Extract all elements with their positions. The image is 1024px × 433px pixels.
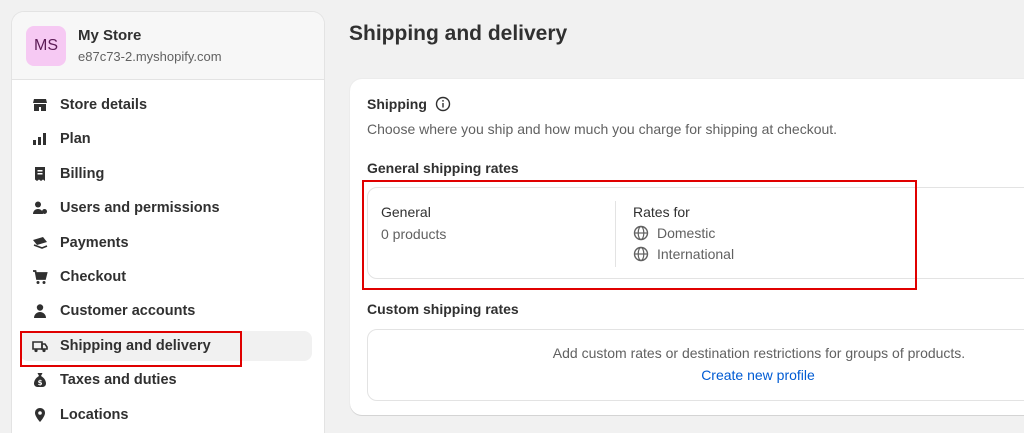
sidebar-item-label: Checkout bbox=[60, 268, 127, 285]
info-icon[interactable] bbox=[435, 96, 451, 112]
sidebar-item-label: Store details bbox=[60, 97, 148, 113]
payments-icon bbox=[32, 235, 48, 251]
zone-domestic: Domestic bbox=[633, 224, 734, 242]
store-name: My Store bbox=[78, 26, 142, 44]
general-profile-summary: General 0 products bbox=[381, 203, 446, 243]
plan-icon bbox=[32, 131, 48, 147]
rates-for-label: Rates for bbox=[633, 204, 690, 220]
profile-name: General bbox=[381, 204, 431, 220]
sidebar-item-payments[interactable]: Payments bbox=[20, 228, 312, 258]
create-new-profile-link[interactable]: Create new profile bbox=[368, 367, 1024, 383]
svg-text:$: $ bbox=[38, 379, 43, 387]
sidebar-item-users[interactable]: Users and permissions bbox=[20, 193, 312, 223]
rates-for: Rates for Domestic International bbox=[633, 203, 734, 263]
zone-label: Domestic bbox=[657, 225, 716, 241]
store-icon bbox=[32, 97, 48, 113]
truck-icon bbox=[32, 338, 48, 354]
zone-label: International bbox=[657, 246, 735, 262]
sidebar-item-shipping[interactable]: Shipping and delivery bbox=[20, 330, 312, 361]
sidebar-item-label: Locations bbox=[60, 406, 129, 423]
card-title: Shipping bbox=[367, 96, 451, 112]
divider bbox=[615, 201, 616, 267]
sidebar-item-plan[interactable]: Plan bbox=[20, 124, 312, 154]
sidebar-item-label: Billing bbox=[60, 165, 105, 182]
sidebar-item-label: Customer accounts bbox=[60, 303, 196, 320]
page-title: Shipping and delivery bbox=[349, 22, 568, 45]
sidebar-item-label: Taxes and duties bbox=[60, 372, 177, 389]
sidebar-item-label: Shipping and delivery bbox=[60, 337, 211, 354]
store-url: e87c73-2.myshopify.com bbox=[78, 48, 222, 64]
zone-international: International bbox=[633, 245, 734, 263]
sidebar-item-customer-accounts[interactable]: Customer accounts bbox=[20, 296, 312, 326]
card-description: Choose where you ship and how much you c… bbox=[367, 121, 838, 137]
sidebar-item-label: Users and permissions bbox=[60, 200, 220, 217]
globe-icon bbox=[633, 225, 649, 241]
person-icon bbox=[32, 303, 48, 319]
settings-nav: Store details Plan Billing Users and per… bbox=[12, 80, 324, 430]
sidebar-item-billing[interactable]: Billing bbox=[20, 159, 312, 189]
location-pin-icon bbox=[32, 407, 48, 423]
sidebar-item-checkout[interactable]: Checkout bbox=[20, 262, 312, 292]
custom-rates-label: Custom shipping rates bbox=[367, 301, 519, 317]
shipping-heading: Shipping bbox=[367, 96, 427, 112]
cart-icon bbox=[32, 269, 48, 285]
store-avatar: MS bbox=[26, 25, 66, 66]
shipping-card: Shipping Choose where you ship and how m… bbox=[350, 79, 1024, 415]
money-bag-icon: $ bbox=[32, 372, 48, 388]
general-rates-label: General shipping rates bbox=[367, 160, 519, 176]
profile-products: 0 products bbox=[381, 226, 447, 242]
general-profile[interactable]: General 0 products Rates for Domestic In… bbox=[367, 187, 1024, 279]
sidebar-item-label: Payments bbox=[60, 234, 129, 251]
custom-rates-box: Add custom rates or destination restrict… bbox=[367, 329, 1024, 401]
sidebar-item-taxes[interactable]: $ Taxes and duties bbox=[20, 365, 312, 395]
users-icon bbox=[32, 200, 48, 216]
store-header[interactable]: MS My Store e87c73-2.myshopify.com bbox=[12, 12, 324, 80]
custom-rates-text: Add custom rates or destination restrict… bbox=[552, 345, 966, 361]
billing-icon bbox=[32, 166, 48, 182]
sidebar-item-label: Plan bbox=[60, 131, 91, 148]
sidebar-item-store-details[interactable]: Store details bbox=[20, 90, 312, 120]
globe-icon bbox=[633, 246, 649, 262]
sidebar-item-locations[interactable]: Locations bbox=[20, 400, 312, 430]
settings-sidebar: MS My Store e87c73-2.myshopify.com Store… bbox=[12, 12, 324, 433]
